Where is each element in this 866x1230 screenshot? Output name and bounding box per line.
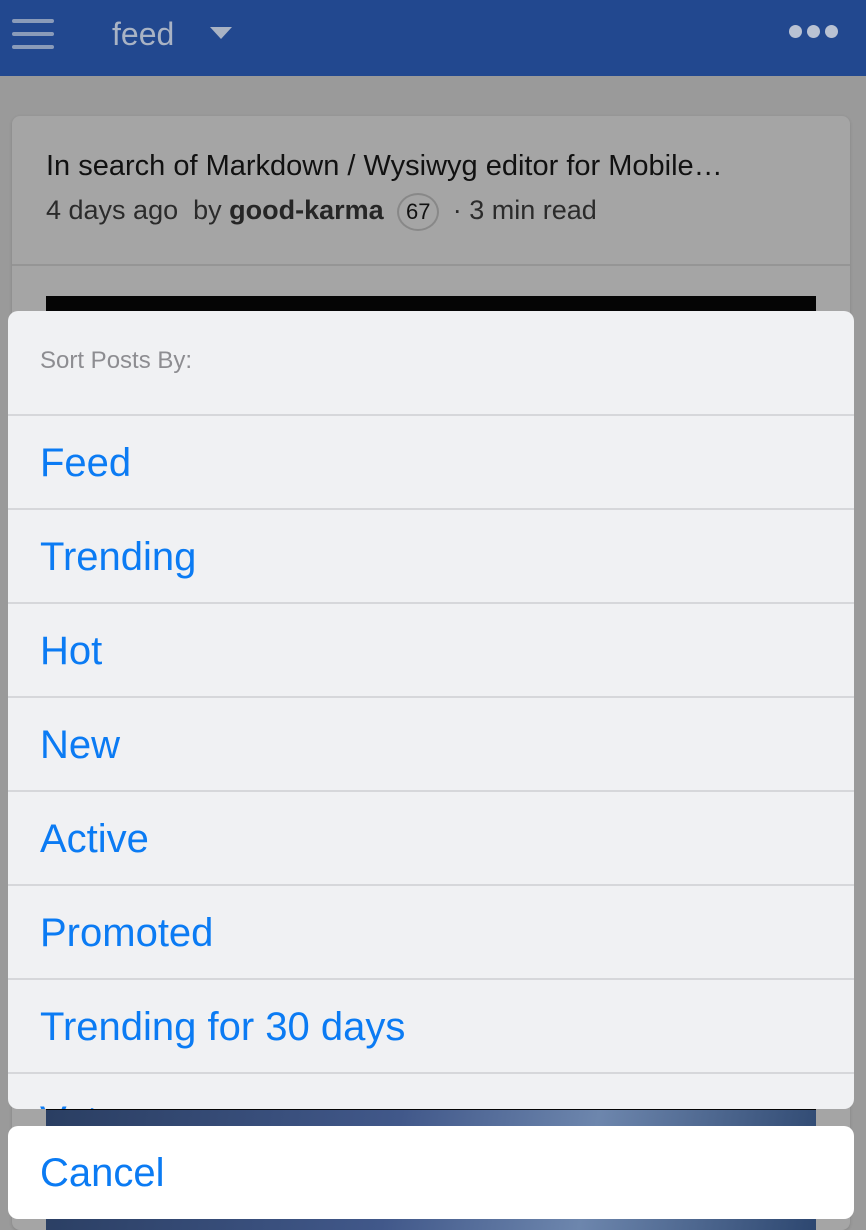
- option-label: Active: [40, 817, 149, 861]
- option-label: Trending: [40, 535, 197, 579]
- sort-option-votes[interactable]: Vot: [8, 1074, 854, 1109]
- post-title[interactable]: In search of Markdown / Wysiwyg editor f…: [46, 148, 826, 184]
- option-label: Hot: [40, 629, 103, 673]
- option-label: Promoted: [40, 911, 214, 955]
- reputation-badge: 67: [397, 192, 440, 231]
- sort-option-active[interactable]: Active: [8, 792, 854, 886]
- top-app-bar: feed: [0, 0, 866, 76]
- caret-down-icon[interactable]: [210, 27, 232, 39]
- sort-option-trending-30-days[interactable]: Trending for 30 days: [8, 980, 854, 1074]
- sort-option-trending[interactable]: Trending: [8, 510, 854, 604]
- option-label: New: [40, 723, 121, 767]
- more-dots-icon[interactable]: [789, 25, 839, 39]
- sort-option-hot[interactable]: Hot: [8, 604, 854, 698]
- hamburger-menu-icon[interactable]: [12, 19, 54, 49]
- cancel-label: Cancel: [40, 1151, 165, 1195]
- sheet-title: Sort Posts By:: [40, 347, 193, 374]
- option-label: Trending for 30 days: [40, 1005, 406, 1049]
- option-label: Vot: [40, 1098, 98, 1109]
- read-time: · 3 min read: [452, 195, 597, 225]
- sort-option-new[interactable]: New: [8, 698, 854, 792]
- post-age: 4 days ago: [46, 195, 179, 225]
- sort-option-promoted[interactable]: Promoted: [8, 886, 854, 980]
- card-divider: [12, 264, 850, 266]
- post-meta: 4 days ago by good-karma 67 · 3 min read: [46, 192, 597, 231]
- sort-action-sheet: Sort Posts By: Feed Trending Hot New Act…: [8, 311, 854, 1109]
- post-by: by: [193, 195, 222, 225]
- sheet-header: Sort Posts By:: [8, 311, 854, 416]
- post-author[interactable]: good-karma: [229, 195, 384, 225]
- sort-option-feed[interactable]: Feed: [8, 416, 854, 510]
- option-label: Feed: [40, 441, 132, 485]
- cancel-button[interactable]: Cancel: [8, 1126, 854, 1219]
- feed-selector-label[interactable]: feed: [112, 14, 174, 54]
